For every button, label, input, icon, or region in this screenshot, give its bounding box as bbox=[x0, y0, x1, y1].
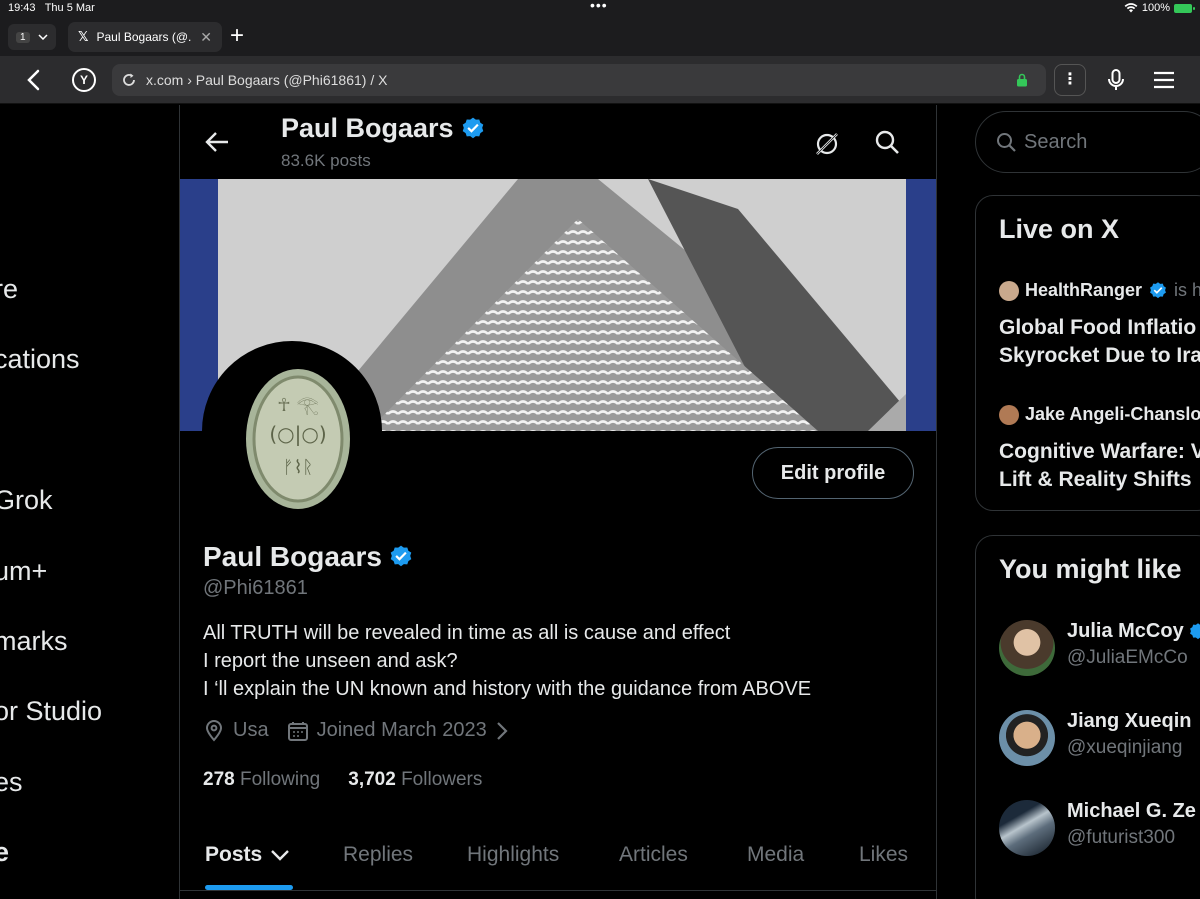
battery-percent: 100% bbox=[1141, 2, 1170, 14]
nav-item-explore[interactable]: re bbox=[0, 274, 18, 305]
browser-tab-strip: 1 𝕏 Paul Bogaars (@... ✕ + bbox=[0, 18, 1200, 56]
hamburger-menu-icon[interactable] bbox=[1152, 70, 1176, 90]
profile-avatar[interactable]: ☥ 𓂀 (○|○) ᚠ⌇ᚱ bbox=[202, 341, 382, 521]
profile-header-bar: Paul Bogaars 83.6K posts bbox=[180, 105, 936, 179]
bio-line: All TRUTH will be revealed in time as al… bbox=[203, 622, 731, 644]
status-right: 100% bbox=[1124, 2, 1195, 14]
search-input[interactable]: Search bbox=[975, 111, 1200, 173]
live-title[interactable]: Global Food Inflatio Skyrocket Due to Ir… bbox=[999, 314, 1200, 370]
tab-count-button[interactable]: 1 bbox=[8, 24, 56, 50]
followers-link[interactable]: 3,702 Followers bbox=[348, 769, 482, 791]
verified-badge-icon bbox=[1150, 281, 1166, 298]
edit-profile-button[interactable]: Edit profile bbox=[752, 447, 914, 499]
chevron-down-icon bbox=[271, 850, 290, 861]
bio-line: I ‘ll explain the UN known and history w… bbox=[203, 678, 812, 700]
browser-address-bar: Y x.com › Paul Bogaars (@Phi61861) / X ⋮ bbox=[0, 56, 1200, 104]
profile-meta: Usa Joined March 2023 bbox=[203, 719, 509, 742]
browser-tab[interactable]: 𝕏 Paul Bogaars (@... ✕ bbox=[68, 22, 222, 52]
live-host-jake[interactable]: Jake Angeli-Chanslo bbox=[999, 404, 1200, 425]
suggestion-name: Jiang Xueqin bbox=[1067, 710, 1192, 732]
tab-replies[interactable]: Replies bbox=[343, 843, 413, 867]
url-text: x.com › Paul Bogaars (@Phi61861) / X bbox=[146, 72, 388, 88]
multitask-dots[interactable]: ••• bbox=[590, 0, 608, 13]
suggestion-name: Michael G. Ze bbox=[1067, 800, 1196, 822]
svg-text:☥ 𓂀: ☥ 𓂀 bbox=[277, 395, 319, 416]
bio-line: I report the unseen and ask? bbox=[203, 650, 458, 672]
header-name: Paul Bogaars bbox=[281, 113, 486, 144]
ios-status-bar: 19:43 Thu 5 Mar ••• 100% bbox=[0, 0, 1200, 18]
nav-item-grok[interactable]: Grok bbox=[0, 485, 53, 516]
chevron-right-icon bbox=[496, 721, 508, 740]
verified-badge-icon bbox=[462, 117, 483, 138]
avatar bbox=[999, 620, 1055, 676]
browser-back-icon[interactable] bbox=[22, 68, 46, 92]
suggestion-name: Julia McCoy bbox=[1067, 620, 1200, 643]
avatar bbox=[999, 710, 1055, 766]
left-navigation: re cations Grok um+ marks or Studio es e bbox=[0, 105, 180, 899]
battery-icon bbox=[1174, 3, 1195, 13]
reload-icon[interactable] bbox=[122, 73, 136, 87]
live-card-title: Live on X bbox=[999, 214, 1120, 244]
profile-bio: All TRUTH will be revealed in time as al… bbox=[203, 619, 811, 703]
search-placeholder: Search bbox=[1024, 130, 1088, 153]
nav-item-profile[interactable]: e bbox=[0, 837, 9, 868]
suggestion-jiang-xueqin[interactable]: Jiang Xueqin @xueqinjiang bbox=[999, 710, 1191, 766]
profile-follow-stats: 278 Following 3,702 Followers bbox=[203, 769, 482, 791]
suggestion-handle: @xueqinjiang bbox=[1067, 737, 1183, 758]
tab-title: Paul Bogaars (@... bbox=[96, 30, 193, 44]
grok-icon[interactable] bbox=[814, 131, 840, 157]
nav-item-notifications[interactable]: cations bbox=[0, 344, 80, 375]
live-title[interactable]: Cognitive Warfare: V Lift & Reality Shif… bbox=[999, 438, 1200, 494]
new-tab-button[interactable]: + bbox=[230, 24, 244, 48]
profile-main-column: Paul Bogaars 83.6K posts ☥ 𓂀 (○|○) ᚠ⌇ᚱ E… bbox=[179, 105, 937, 899]
suggestion-michael-g[interactable]: Michael G. Ze @futurist300 bbox=[999, 800, 1196, 856]
tab-posts[interactable]: Posts bbox=[205, 843, 290, 867]
nav-item-creator-studio[interactable]: or Studio bbox=[0, 696, 102, 727]
avatar bbox=[999, 280, 1019, 301]
calendar-icon bbox=[287, 721, 308, 741]
suggestion-handle: @futurist300 bbox=[1067, 827, 1176, 848]
search-icon[interactable] bbox=[874, 129, 900, 155]
x-logo-icon: 𝕏 bbox=[78, 29, 89, 44]
verified-badge-icon bbox=[1189, 622, 1200, 639]
avatar bbox=[999, 800, 1055, 856]
status-time: 19:43 Thu 5 Mar bbox=[8, 2, 95, 14]
tab-likes[interactable]: Likes bbox=[859, 843, 908, 867]
suggestion-handle: @JuliaEMcCo bbox=[1067, 647, 1188, 668]
suggestions-title: You might like bbox=[999, 554, 1182, 584]
profile-joined[interactable]: Joined March 2023 bbox=[287, 719, 509, 742]
microphone-icon[interactable] bbox=[1104, 68, 1128, 92]
live-on-x-card: Live on X HealthRanger is h Global Food … bbox=[975, 195, 1200, 511]
svg-text:(○|○): (○|○) bbox=[269, 422, 326, 446]
nav-item-lists[interactable]: es bbox=[0, 767, 23, 798]
verified-badge-icon bbox=[390, 545, 412, 567]
nav-item-bookmarks[interactable]: marks bbox=[0, 626, 68, 657]
profile-name: Paul Bogaars bbox=[203, 541, 414, 573]
lock-icon bbox=[1017, 73, 1027, 87]
back-arrow-icon[interactable] bbox=[204, 129, 230, 155]
browser-menu-button[interactable]: ⋮ bbox=[1054, 64, 1086, 96]
chevron-down-icon bbox=[38, 34, 48, 40]
active-tab-indicator bbox=[205, 885, 293, 890]
nav-item-premium[interactable]: um+ bbox=[0, 556, 47, 587]
following-link[interactable]: 278 Following bbox=[203, 769, 320, 791]
profile-tabs: Posts Replies Highlights Articles Media … bbox=[180, 833, 936, 891]
live-host-healthranger[interactable]: HealthRanger is h bbox=[999, 280, 1200, 301]
yandex-icon[interactable]: Y bbox=[72, 68, 96, 92]
close-tab-icon[interactable]: ✕ bbox=[200, 29, 212, 46]
profile-handle: @Phi61861 bbox=[203, 577, 308, 599]
search-icon bbox=[997, 133, 1016, 152]
url-field[interactable]: x.com › Paul Bogaars (@Phi61861) / X bbox=[112, 64, 1046, 96]
avatar bbox=[999, 404, 1019, 425]
profile-location: Usa bbox=[203, 719, 269, 742]
suggestion-julia-mccoy[interactable]: Julia McCoy @JuliaEMcCo bbox=[999, 620, 1200, 676]
location-pin-icon bbox=[205, 719, 223, 742]
you-might-like-card: You might like Julia McCoy @JuliaEMcCo J… bbox=[975, 535, 1200, 899]
wifi-icon bbox=[1124, 3, 1138, 13]
tab-articles[interactable]: Articles bbox=[619, 843, 688, 867]
tab-media[interactable]: Media bbox=[747, 843, 804, 867]
header-posts-count: 83.6K posts bbox=[281, 151, 371, 170]
tab-highlights[interactable]: Highlights bbox=[467, 843, 559, 867]
svg-text:ᚠ⌇ᚱ: ᚠ⌇ᚱ bbox=[283, 457, 313, 478]
